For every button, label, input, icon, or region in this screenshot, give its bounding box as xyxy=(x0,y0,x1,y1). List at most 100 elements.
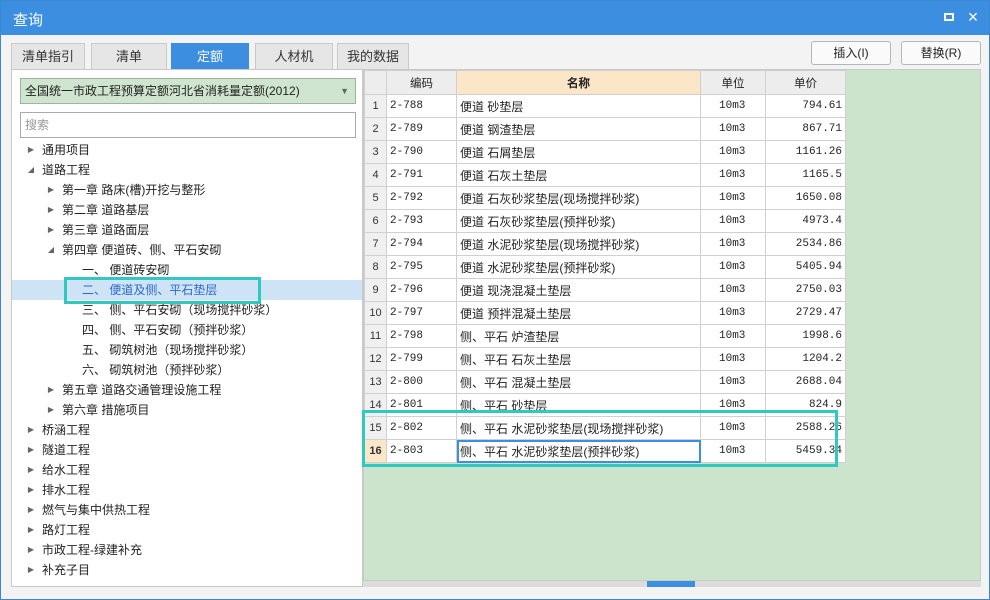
table-row[interactable]: 9 2-796 便道 现浇混凝土垫层 10m3 2750.03 xyxy=(364,278,846,302)
expand-arrow-icon[interactable]: ▶ xyxy=(26,540,36,560)
expand-arrow-icon[interactable]: ▶ xyxy=(26,500,36,520)
cell-unit[interactable]: 10m3 xyxy=(700,255,766,279)
tree-item[interactable]: ▶ 第二章 道路基层 xyxy=(12,200,362,220)
cell-price[interactable]: 1650.08 xyxy=(765,186,846,210)
tree-item[interactable]: 三、 侧、平石安砌（现场搅拌砂浆） xyxy=(12,300,362,320)
row-number[interactable]: 2 xyxy=(364,117,387,141)
cell-code[interactable]: 2-793 xyxy=(386,209,457,233)
row-number[interactable]: 6 xyxy=(364,209,387,233)
cell-code[interactable]: 2-790 xyxy=(386,140,457,164)
row-number[interactable]: 13 xyxy=(364,370,387,394)
cell-name[interactable]: 便道 水泥砂浆垫层(现场搅拌砂浆) xyxy=(456,232,701,256)
cell-code[interactable]: 2-788 xyxy=(386,94,457,118)
expand-arrow-icon[interactable]: ▶ xyxy=(26,420,36,440)
collapse-arrow-icon[interactable]: ◢ xyxy=(46,240,56,260)
cell-unit[interactable]: 10m3 xyxy=(700,416,766,440)
column-header-name[interactable]: 名称 xyxy=(456,70,701,95)
cell-code[interactable]: 2-800 xyxy=(386,370,457,394)
cell-code[interactable]: 2-799 xyxy=(386,347,457,371)
cell-name[interactable]: 侧、平石 水泥砂浆垫层(预拌砂浆) xyxy=(456,439,701,463)
table-row[interactable]: 15 2-802 侧、平石 水泥砂浆垫层(现场搅拌砂浆) 10m3 2588.26 xyxy=(364,416,846,440)
cell-unit[interactable]: 10m3 xyxy=(700,94,766,118)
cell-price[interactable]: 867.71 xyxy=(765,117,846,141)
cell-unit[interactable]: 10m3 xyxy=(700,117,766,141)
tree-item[interactable]: ◢ 第四章 便道砖、侧、平石安砌 xyxy=(12,240,362,260)
cell-code[interactable]: 2-797 xyxy=(386,301,457,325)
cell-name[interactable]: 侧、平石 混凝土垫层 xyxy=(456,370,701,394)
cell-unit[interactable]: 10m3 xyxy=(700,393,766,417)
expand-arrow-icon[interactable]: ▶ xyxy=(26,520,36,540)
row-number[interactable]: 16 xyxy=(364,439,387,463)
cell-price[interactable]: 4973.4 xyxy=(765,209,846,233)
cell-code[interactable]: 2-803 xyxy=(386,439,457,463)
tab-bill[interactable]: 清单 xyxy=(91,43,167,69)
row-number[interactable]: 11 xyxy=(364,324,387,348)
cell-name[interactable]: 便道 现浇混凝土垫层 xyxy=(456,278,701,302)
cell-unit[interactable]: 10m3 xyxy=(700,209,766,233)
table-row[interactable]: 7 2-794 便道 水泥砂浆垫层(现场搅拌砂浆) 10m3 2534.86 xyxy=(364,232,846,256)
cell-name[interactable]: 便道 石灰砂浆垫层(现场搅拌砂浆) xyxy=(456,186,701,210)
cell-price[interactable]: 1165.5 xyxy=(765,163,846,187)
table-row[interactable]: 6 2-793 便道 石灰砂浆垫层(预拌砂浆) 10m3 4973.4 xyxy=(364,209,846,233)
collapse-arrow-icon[interactable]: ◢ xyxy=(26,160,36,180)
cell-price[interactable]: 1998.6 xyxy=(765,324,846,348)
expand-arrow-icon[interactable]: ▶ xyxy=(46,180,56,200)
cell-unit[interactable]: 10m3 xyxy=(700,163,766,187)
library-select[interactable]: 全国统一市政工程预算定额河北省消耗量定额(2012) ▼ xyxy=(20,78,356,104)
search-input[interactable] xyxy=(20,112,356,138)
tree-item[interactable]: ▶ 市政工程-绿建补充 xyxy=(12,540,362,560)
cell-name[interactable]: 便道 石灰土垫层 xyxy=(456,163,701,187)
insert-button[interactable]: 插入(I) xyxy=(811,41,891,65)
close-icon[interactable]: × xyxy=(965,8,981,26)
cell-unit[interactable]: 10m3 xyxy=(700,278,766,302)
table-row[interactable]: 4 2-791 便道 石灰土垫层 10m3 1165.5 xyxy=(364,163,846,187)
row-number[interactable]: 4 xyxy=(364,163,387,187)
tree-item[interactable]: ▶ 第三章 道路面层 xyxy=(12,220,362,240)
row-number[interactable]: 10 xyxy=(364,301,387,325)
cell-price[interactable]: 1161.26 xyxy=(765,140,846,164)
expand-arrow-icon[interactable]: ▶ xyxy=(46,400,56,420)
tree-item[interactable]: 五、 砌筑树池（现场搅拌砂浆） xyxy=(12,340,362,360)
tab-quota[interactable]: 定额 xyxy=(171,43,249,69)
expand-arrow-icon[interactable]: ▶ xyxy=(46,200,56,220)
table-row[interactable]: 1 2-788 便道 砂垫层 10m3 794.61 xyxy=(364,94,846,118)
expand-arrow-icon[interactable]: ▶ xyxy=(26,480,36,500)
cell-name[interactable]: 侧、平石 砂垫层 xyxy=(456,393,701,417)
row-number[interactable]: 3 xyxy=(364,140,387,164)
cell-code[interactable]: 2-796 xyxy=(386,278,457,302)
tree-item[interactable]: ▶ 补充子目 xyxy=(12,560,362,580)
column-header-unit[interactable]: 单位 xyxy=(700,70,766,95)
table-row[interactable]: 5 2-792 便道 石灰砂浆垫层(现场搅拌砂浆) 10m3 1650.08 xyxy=(364,186,846,210)
row-number[interactable]: 1 xyxy=(364,94,387,118)
column-header-price[interactable]: 单价 xyxy=(765,70,846,95)
cell-price[interactable]: 1204.2 xyxy=(765,347,846,371)
table-row[interactable]: 2 2-789 便道 钢渣垫层 10m3 867.71 xyxy=(364,117,846,141)
cell-price[interactable]: 2729.47 xyxy=(765,301,846,325)
row-number[interactable]: 15 xyxy=(364,416,387,440)
table-row[interactable]: 12 2-799 侧、平石 石灰土垫层 10m3 1204.2 xyxy=(364,347,846,371)
table-row[interactable]: 8 2-795 便道 水泥砂浆垫层(预拌砂浆) 10m3 5405.94 xyxy=(364,255,846,279)
cell-name[interactable]: 便道 预拌混凝土垫层 xyxy=(456,301,701,325)
cell-price[interactable]: 2534.86 xyxy=(765,232,846,256)
cell-code[interactable]: 2-794 xyxy=(386,232,457,256)
tab-my-data[interactable]: 我的数据 xyxy=(337,43,409,69)
tree-item[interactable]: ▶ 第五章 道路交通管理设施工程 xyxy=(12,380,362,400)
tree-item[interactable]: ▶ 燃气与集中供热工程 xyxy=(12,500,362,520)
tree-item[interactable]: ◢ 道路工程 xyxy=(12,160,362,180)
cell-name[interactable]: 便道 石屑垫层 xyxy=(456,140,701,164)
cell-unit[interactable]: 10m3 xyxy=(700,370,766,394)
tree-item[interactable]: ▶ 第一章 路床(槽)开挖与整形 xyxy=(12,180,362,200)
cell-unit[interactable]: 10m3 xyxy=(700,347,766,371)
cell-unit[interactable]: 10m3 xyxy=(700,140,766,164)
cell-unit[interactable]: 10m3 xyxy=(700,232,766,256)
cell-price[interactable]: 824.9 xyxy=(765,393,846,417)
tree-item-selected[interactable]: 二、 便道及侧、平石垫层 xyxy=(12,280,362,300)
tree-item[interactable]: 一、 便道砖安砌 xyxy=(12,260,362,280)
replace-button[interactable]: 替换(R) xyxy=(901,41,981,65)
table-row[interactable]: 13 2-800 侧、平石 混凝土垫层 10m3 2688.04 xyxy=(364,370,846,394)
cell-unit[interactable]: 10m3 xyxy=(700,186,766,210)
cell-price[interactable]: 5405.94 xyxy=(765,255,846,279)
expand-arrow-icon[interactable]: ▶ xyxy=(46,380,56,400)
row-number[interactable]: 9 xyxy=(364,278,387,302)
cell-unit[interactable]: 10m3 xyxy=(700,324,766,348)
